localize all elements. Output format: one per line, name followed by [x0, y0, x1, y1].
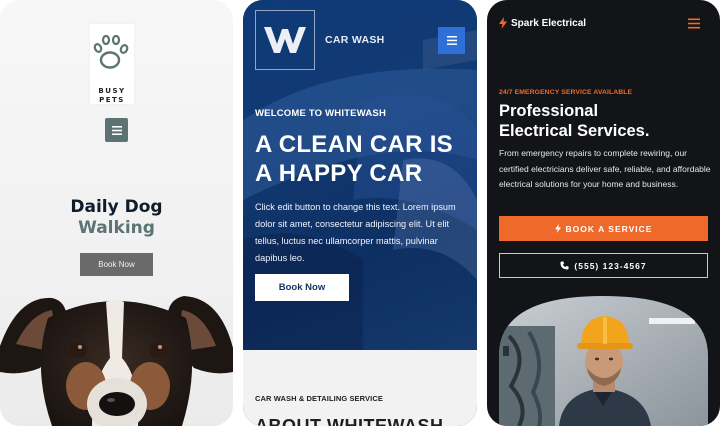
book-now-button[interactable]: Book Now: [255, 274, 349, 301]
paw-icon: [93, 34, 129, 69]
hero-heading-line2: Walking: [78, 218, 155, 238]
lightning-bolt-icon: [554, 224, 561, 233]
spark-electrical-preview[interactable]: Spark Electrical 24/7 EMERGENCY SERVICE …: [487, 0, 720, 426]
hero-title-line1: A CLEAN CAR IS: [255, 131, 453, 158]
hero-heading-line1: Daily Dog: [70, 197, 163, 217]
electrician-photo: [499, 296, 708, 426]
hamburger-icon: [446, 36, 457, 45]
book-service-label: BOOK A SERVICE: [565, 223, 653, 234]
brand-name-line1: BUSY: [98, 87, 126, 95]
phone-icon: [560, 261, 569, 270]
template-gallery: BUSY PETS Daily Dog Walking Book Now CAR…: [0, 0, 720, 426]
hero-heading: Daily Dog Walking: [0, 197, 233, 239]
phone-number: (555) 123-4567: [574, 260, 647, 271]
section-label: CAR WASH & DETAILING SERVICE: [255, 394, 383, 403]
dog-photo: [0, 296, 233, 426]
book-now-button[interactable]: Book Now: [80, 253, 153, 276]
hero-title-line2: Electrical Services.: [499, 122, 650, 140]
busy-pets-preview[interactable]: BUSY PETS Daily Dog Walking Book Now: [0, 0, 233, 426]
menu-toggle-button[interactable]: [105, 118, 128, 142]
hero-title: Professional Electrical Services.: [499, 101, 649, 141]
menu-toggle-button[interactable]: [438, 27, 465, 54]
emergency-label: 24/7 EMERGENCY SERVICE AVAILABLE: [499, 89, 633, 96]
services-section: [243, 350, 477, 426]
hero-title-line1: Professional: [499, 102, 599, 120]
brand-name: CAR WASH: [325, 34, 385, 46]
brand-name: Spark Electrical: [511, 17, 587, 29]
whitewash-logo[interactable]: [255, 10, 315, 70]
phone-call-button[interactable]: (555) 123-4567: [499, 253, 708, 278]
w-logo-icon: [264, 27, 306, 53]
hamburger-icon: [111, 125, 122, 135]
whitewash-preview[interactable]: CAR WASH WELCOME TO WHITEWASH A CLEAN CA…: [243, 0, 477, 426]
hero-title-line2: A HAPPY CAR: [255, 160, 423, 187]
book-service-button[interactable]: BOOK A SERVICE: [499, 216, 708, 241]
busy-pets-logo[interactable]: BUSY PETS: [90, 24, 134, 104]
section-title: ABOUT WHITEWASH: [255, 416, 444, 426]
spark-logo[interactable]: Spark Electrical: [499, 17, 586, 29]
welcome-label: WELCOME TO WHITEWASH: [255, 108, 387, 119]
hero-body-text: Click edit button to change this text. L…: [255, 202, 456, 263]
hero-title: A CLEAN CAR IS A HAPPY CAR: [255, 130, 453, 188]
hero-body-text: From emergency repairs to complete rewir…: [499, 148, 711, 189]
brand-name-line2: PETS: [99, 96, 125, 104]
lightning-bolt-icon: [499, 17, 507, 29]
hamburger-icon[interactable]: [688, 18, 700, 29]
